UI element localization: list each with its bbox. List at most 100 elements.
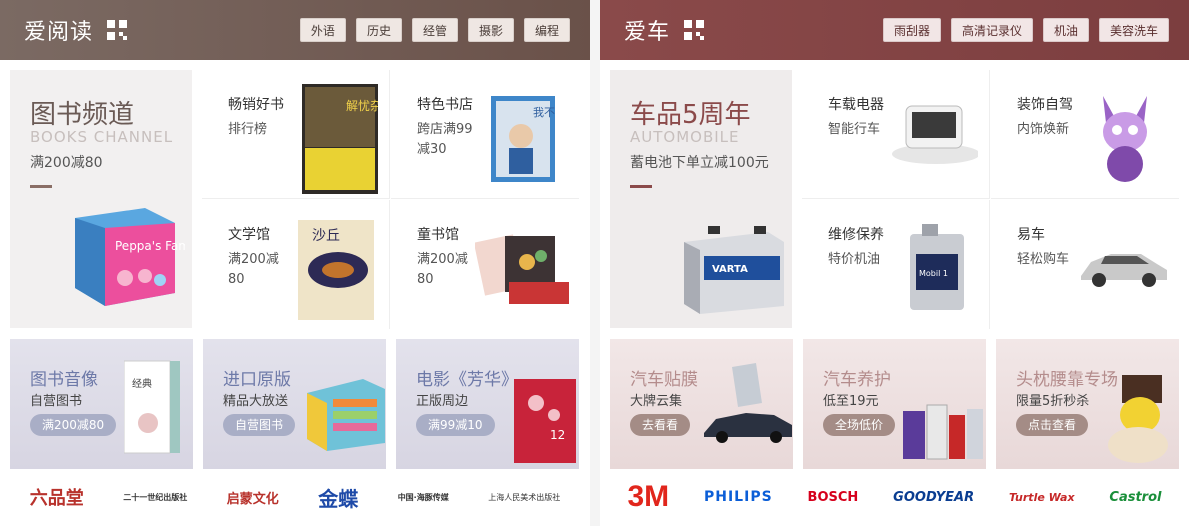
cell-sub: 内饰焕新 bbox=[1017, 122, 1070, 137]
brand-qimeng[interactable]: 启蒙文化 bbox=[227, 488, 279, 507]
sedan-image bbox=[1081, 254, 1167, 287]
auto-channel-offer: 蓄电池下单立减100元 bbox=[630, 155, 769, 171]
headrest-image bbox=[1108, 375, 1168, 463]
auto-brand-row: 3M PHILIPS BOSCH GOODYEAR Turtle Wax Cas… bbox=[600, 472, 1189, 522]
car-film-promo[interactable]: 汽车贴膜 大牌云集 去看看 bbox=[610, 339, 793, 469]
reading-header: 爱阅读 外语 历史 经管 摄影 编程 bbox=[0, 0, 590, 60]
car-device-image bbox=[892, 105, 978, 164]
cell-sub: 智能行车 bbox=[828, 122, 881, 137]
cell-title: 车载电器 bbox=[828, 97, 884, 113]
car-care-promo[interactable]: 汽车养护 低至19元 全场低价 bbox=[803, 339, 986, 469]
brand-shanghai-art[interactable]: 上海人民美术出版社 bbox=[488, 492, 560, 503]
book-image: 经典 bbox=[124, 360, 180, 454]
auto-channel-card[interactable]: 车品5周年 AUTOMOBILE 蓄电池下单立减100元 VARTA bbox=[610, 70, 792, 328]
brand-jindie[interactable]: 金蝶 bbox=[318, 483, 358, 512]
tag-foreign-language[interactable]: 外语 bbox=[299, 18, 346, 42]
qr-code-icon[interactable] bbox=[107, 20, 128, 40]
brand-21st-century[interactable]: 二十一世纪出版社 bbox=[123, 492, 187, 503]
children-books-cell[interactable]: 童书馆 满200减80 bbox=[391, 200, 579, 329]
brand-bosch[interactable]: BOSCH bbox=[808, 490, 859, 505]
tag-history[interactable]: 历史 bbox=[355, 18, 402, 42]
car-care-bottles-image bbox=[903, 404, 983, 460]
book-cover-title: 我不 bbox=[533, 106, 555, 119]
car-decor-cell[interactable]: 装饰自驾 内饰焕新 bbox=[991, 70, 1179, 199]
battery-label: VARTA bbox=[712, 264, 748, 275]
promo-title: 电影《芳华》 bbox=[416, 370, 518, 390]
promo-button[interactable]: 点击查看 bbox=[1016, 414, 1089, 436]
tag-dashcam[interactable]: 高清记录仪 bbox=[950, 18, 1033, 42]
promo-button[interactable]: 满99减10 bbox=[416, 414, 495, 436]
car-header: 爱车 雨刮器 高清记录仪 机油 美容洗车 bbox=[600, 0, 1189, 60]
maintenance-cell[interactable]: 维修保养 特价机油 Mobil 1 bbox=[802, 200, 990, 329]
svg-text:经典: 经典 bbox=[132, 377, 152, 390]
brand-dolphin-media[interactable]: 中国·海豚传媒 bbox=[398, 492, 449, 503]
auto-channel-title: 车品5周年 bbox=[630, 100, 751, 130]
reading-panel: 爱阅读 外语 历史 经管 摄影 编程 图书频道 BOOKS CHANNEL 满2… bbox=[0, 0, 590, 526]
buy-car-cell[interactable]: 易车 轻松购车 bbox=[991, 200, 1179, 329]
promo-button[interactable]: 满200减80 bbox=[30, 414, 117, 436]
promo-sub: 低至19元 bbox=[823, 394, 879, 409]
brand-3m[interactable]: 3M bbox=[627, 480, 669, 514]
cell-sub: 轻松购车 bbox=[1017, 252, 1070, 267]
promo-button[interactable]: 自营图书 bbox=[223, 414, 296, 436]
audio-video-promo[interactable]: 图书音像 自营图书 满200减80 经典 bbox=[10, 339, 193, 469]
featured-store-cell[interactable]: 特色书店 跨店满99减30 我不 bbox=[391, 70, 579, 199]
promo-sub: 自营图书 bbox=[30, 394, 83, 409]
cell-sub: 跨店满99减30 bbox=[417, 122, 473, 157]
reading-tag-list: 外语 历史 经管 摄影 编程 bbox=[299, 18, 570, 42]
cell-title: 童书馆 bbox=[417, 227, 459, 243]
children-book-set-image bbox=[475, 234, 569, 304]
imported-books-promo[interactable]: 进口原版 精品大放送 自营图书 bbox=[203, 339, 386, 469]
cell-title: 易车 bbox=[1017, 227, 1045, 243]
promo-button[interactable]: 全场低价 bbox=[823, 414, 896, 436]
brand-philips[interactable]: PHILIPS bbox=[704, 489, 773, 505]
tag-engine-oil[interactable]: 机油 bbox=[1042, 18, 1089, 42]
cell-sub: 特价机油 bbox=[828, 252, 881, 267]
cell-title: 装饰自驾 bbox=[1017, 97, 1073, 113]
divider bbox=[630, 185, 652, 188]
peppa-book-title: Peppa's Family bbox=[115, 239, 185, 253]
brand-castrol[interactable]: Castrol bbox=[1109, 490, 1161, 505]
book-cover-image: 解忧杂货店 bbox=[302, 84, 378, 194]
qr-code-icon[interactable] bbox=[684, 20, 705, 40]
calendar-image: 12 bbox=[514, 379, 576, 463]
cell-sub: 满200减80 bbox=[417, 252, 468, 287]
cell-title: 特色书店 bbox=[417, 97, 473, 113]
engine-oil-image: Mobil 1 bbox=[910, 224, 964, 310]
books-channel-title: 图书频道 bbox=[30, 100, 135, 130]
literature-cell[interactable]: 文学馆 满200减80 沙丘 bbox=[202, 200, 390, 329]
tag-photography[interactable]: 摄影 bbox=[467, 18, 514, 42]
books-channel-offer: 满200减80 bbox=[30, 155, 103, 171]
reading-title[interactable]: 爱阅读 bbox=[24, 14, 93, 46]
cat-mascot-image bbox=[1103, 96, 1147, 182]
brand-liupintang[interactable]: 六品堂 bbox=[30, 484, 84, 510]
book-cover-title: 解忧杂货店 bbox=[346, 98, 378, 113]
book-box-image bbox=[307, 379, 385, 451]
cell-title: 畅销好书 bbox=[228, 97, 284, 113]
promo-title: 图书音像 bbox=[30, 370, 98, 390]
books-channel-card[interactable]: 图书频道 BOOKS CHANNEL 满200减80 Peppa's Famil… bbox=[10, 70, 192, 328]
svg-text:12: 12 bbox=[550, 428, 565, 442]
book-cover-image: 沙丘 bbox=[298, 220, 374, 320]
promo-title: 汽车养护 bbox=[823, 370, 891, 390]
promo-sub: 正版周边 bbox=[416, 394, 469, 409]
cell-sub: 排行榜 bbox=[228, 122, 268, 137]
peppa-book-image: Peppa's Family bbox=[75, 208, 185, 306]
movie-fanghua-promo[interactable]: 电影《芳华》 正版周边 满99减10 12 bbox=[396, 339, 579, 469]
tag-management[interactable]: 经管 bbox=[411, 18, 458, 42]
headrest-promo[interactable]: 头枕腰靠专场 限量5折秒杀 点击查看 bbox=[996, 339, 1179, 469]
car-title[interactable]: 爱车 bbox=[624, 14, 670, 46]
promo-title: 汽车贴膜 bbox=[630, 370, 698, 390]
brand-turtle-wax[interactable]: Turtle Wax bbox=[1009, 491, 1075, 504]
car-electronics-cell[interactable]: 车载电器 智能行车 bbox=[802, 70, 990, 199]
book-cover-title: 沙丘 bbox=[312, 228, 340, 244]
tag-wiper[interactable]: 雨刮器 bbox=[882, 18, 941, 42]
books-channel-subtitle-en: BOOKS CHANNEL bbox=[30, 128, 174, 146]
publisher-brand-row: 六品堂 二十一世纪出版社 启蒙文化 金蝶 中国·海豚传媒 上海人民美术出版社 bbox=[0, 472, 590, 522]
oil-label: Mobil 1 bbox=[919, 269, 948, 278]
bestseller-cell[interactable]: 畅销好书 排行榜 解忧杂货店 bbox=[202, 70, 390, 199]
tag-car-wash[interactable]: 美容洗车 bbox=[1098, 18, 1169, 42]
tag-programming[interactable]: 编程 bbox=[523, 18, 570, 42]
promo-button[interactable]: 去看看 bbox=[630, 414, 691, 436]
brand-goodyear[interactable]: GOODYEAR bbox=[893, 490, 974, 505]
